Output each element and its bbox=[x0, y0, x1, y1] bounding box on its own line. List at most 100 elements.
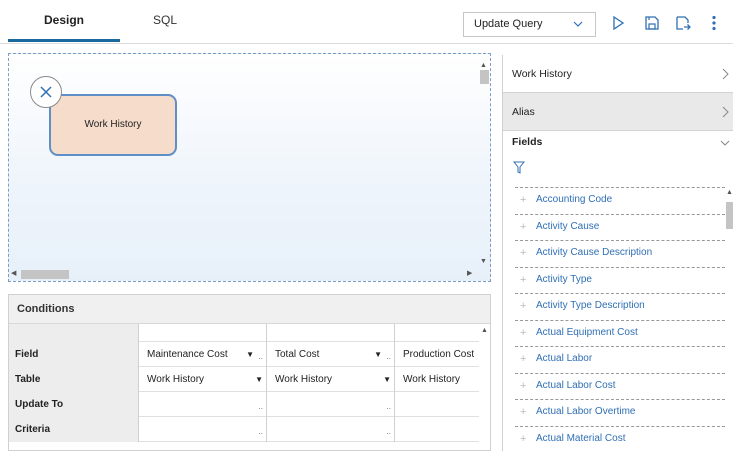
row-header-blank bbox=[9, 324, 139, 342]
column-header-3[interactable] bbox=[395, 324, 479, 342]
scroll-right-icon[interactable]: ▶ bbox=[467, 269, 472, 277]
field-value-2: Total Cost bbox=[275, 349, 320, 360]
accordion-alias[interactable]: Alias bbox=[503, 93, 733, 131]
ellipsis-icon[interactable]: .. bbox=[259, 419, 263, 444]
dropdown-arrow-icon[interactable]: ▼ bbox=[246, 342, 254, 367]
field-item-label: Activity Cause bbox=[536, 220, 600, 232]
field-item[interactable]: + Activity Type Description bbox=[515, 294, 725, 321]
update-to-cell-1[interactable]: .. bbox=[139, 392, 267, 417]
ellipsis-icon[interactable]: .. bbox=[387, 394, 391, 419]
chevron-down-icon bbox=[573, 21, 583, 27]
run-icon[interactable] bbox=[609, 14, 627, 32]
table-select-1[interactable]: Work History ▼ bbox=[139, 367, 267, 392]
fields-label: Fields bbox=[512, 136, 543, 148]
table-value-2: Work History bbox=[275, 374, 333, 385]
expand-icon: + bbox=[520, 273, 527, 286]
tab-sql[interactable]: SQL bbox=[120, 0, 210, 42]
chevron-right-icon bbox=[722, 106, 729, 118]
criteria-cell-2[interactable]: .. bbox=[267, 417, 395, 442]
source-table-label: Work History bbox=[512, 68, 572, 80]
expand-icon: + bbox=[520, 220, 527, 233]
field-item-label: Activity Cause Description bbox=[536, 247, 653, 258]
field-item[interactable]: + Actual Labor Cost bbox=[515, 374, 725, 400]
ellipsis-icon[interactable]: .. bbox=[387, 344, 391, 369]
field-item[interactable]: + Actual Labor bbox=[515, 347, 725, 374]
query-type-select[interactable]: Update Query bbox=[463, 12, 596, 37]
ellipsis-icon[interactable]: .. bbox=[259, 394, 263, 419]
canvas-vertical-scroll-thumb[interactable] bbox=[480, 70, 489, 84]
column-header-1[interactable] bbox=[139, 324, 267, 342]
field-select-2[interactable]: Total Cost ▼ .. bbox=[267, 342, 395, 367]
expand-icon: + bbox=[520, 406, 527, 418]
conditions-header: Conditions bbox=[9, 295, 490, 324]
ellipsis-icon[interactable]: .. bbox=[259, 344, 263, 369]
condition-row-criteria: Criteria .. .. bbox=[9, 417, 479, 442]
update-to-cell-3[interactable] bbox=[395, 392, 479, 417]
table-value-3: Work History bbox=[403, 374, 461, 385]
ellipsis-icon[interactable]: .. bbox=[387, 419, 391, 444]
dropdown-arrow-icon[interactable]: ▼ bbox=[255, 367, 263, 392]
canvas-horizontal-scroll-thumb[interactable] bbox=[21, 270, 69, 279]
chevron-right-icon bbox=[722, 68, 729, 80]
table-select-2[interactable]: Work History ▼ bbox=[267, 367, 395, 392]
condition-row-update-to: Update To .. .. bbox=[9, 392, 479, 417]
field-item[interactable]: + Activity Cause Description bbox=[515, 241, 725, 268]
accordion-fields[interactable]: Fields bbox=[503, 131, 733, 151]
remove-table-button[interactable] bbox=[30, 76, 62, 108]
query-designer: Design SQL Update Query Work History ▲ ▼… bbox=[0, 0, 733, 451]
field-item-label: Actual Labor Overtime bbox=[536, 406, 636, 417]
scroll-up-icon[interactable]: ▲ bbox=[726, 189, 733, 196]
top-toolbar: Design SQL Update Query bbox=[0, 0, 733, 44]
row-label-criteria: Criteria bbox=[9, 417, 139, 442]
dropdown-arrow-icon[interactable]: ▼ bbox=[383, 367, 391, 392]
canvas-horizontal-scrollbar[interactable]: ◀ ▶ bbox=[11, 268, 477, 280]
table-value-1: Work History bbox=[147, 374, 205, 385]
criteria-cell-3[interactable] bbox=[395, 417, 479, 442]
column-header-2[interactable] bbox=[267, 324, 395, 342]
expand-icon: + bbox=[520, 432, 527, 445]
row-label-field: Field bbox=[9, 342, 139, 367]
table-node-label: Work History bbox=[84, 119, 142, 130]
scroll-down-icon[interactable]: ▼ bbox=[480, 258, 487, 265]
chevron-down-icon bbox=[720, 140, 730, 146]
field-item-label: Actual Material Cost bbox=[536, 432, 626, 444]
field-item-label: Actual Labor Cost bbox=[536, 379, 616, 391]
field-value-3: Production Cost bbox=[403, 349, 475, 360]
save-icon[interactable] bbox=[643, 14, 661, 32]
field-item[interactable]: + Accounting Code bbox=[515, 188, 725, 215]
field-item-label: Activity Type bbox=[536, 273, 592, 285]
field-item-label: Activity Type Description bbox=[536, 300, 645, 311]
canvas-vertical-scrollbar[interactable]: ▲ ▼ bbox=[478, 62, 490, 272]
query-type-value: Update Query bbox=[474, 18, 543, 30]
scroll-up-icon[interactable]: ▲ bbox=[480, 62, 487, 69]
filter-icon[interactable] bbox=[513, 161, 525, 175]
save-as-icon[interactable] bbox=[674, 14, 692, 32]
more-options-icon[interactable] bbox=[705, 14, 723, 32]
scroll-left-icon[interactable]: ◀ bbox=[11, 269, 16, 277]
close-icon bbox=[40, 86, 52, 98]
fields-scroll-thumb[interactable] bbox=[726, 202, 733, 229]
row-label-update-to: Update To bbox=[9, 392, 139, 417]
field-item[interactable]: + Activity Type bbox=[515, 268, 725, 294]
dropdown-arrow-icon[interactable]: ▼ bbox=[374, 342, 382, 367]
field-item[interactable]: + Activity Cause bbox=[515, 215, 725, 241]
field-item[interactable]: + Actual Material Cost bbox=[515, 427, 725, 451]
conditions-vertical-scrollbar[interactable]: ▲ bbox=[480, 325, 490, 450]
scroll-up-icon[interactable]: ▲ bbox=[481, 327, 488, 334]
expand-icon: + bbox=[520, 379, 527, 392]
criteria-cell-1[interactable]: .. bbox=[139, 417, 267, 442]
fields-list: + Accounting Code + Activity Cause + Activi… bbox=[515, 187, 725, 451]
fields-vertical-scrollbar[interactable]: ▲ bbox=[725, 189, 733, 451]
tab-design[interactable]: Design bbox=[8, 0, 120, 42]
update-to-cell-2[interactable]: .. bbox=[267, 392, 395, 417]
table-select-3[interactable]: Work History bbox=[395, 367, 479, 392]
accordion-source-table[interactable]: Work History bbox=[503, 55, 733, 93]
field-item[interactable]: + Actual Equipment Cost bbox=[515, 321, 725, 347]
field-item-label: Actual Labor bbox=[536, 353, 593, 364]
field-select-1[interactable]: Maintenance Cost ▼ .. bbox=[139, 342, 267, 367]
design-canvas[interactable]: Work History ▲ ▼ ◀ ▶ bbox=[8, 53, 491, 282]
field-item[interactable]: + Actual Labor Overtime bbox=[515, 400, 725, 427]
table-node[interactable]: Work History bbox=[49, 94, 177, 156]
conditions-grid: Conditions Field Maintenance Cost ▼ .. T… bbox=[8, 294, 491, 451]
field-select-3[interactable]: Production Cost bbox=[395, 342, 479, 367]
